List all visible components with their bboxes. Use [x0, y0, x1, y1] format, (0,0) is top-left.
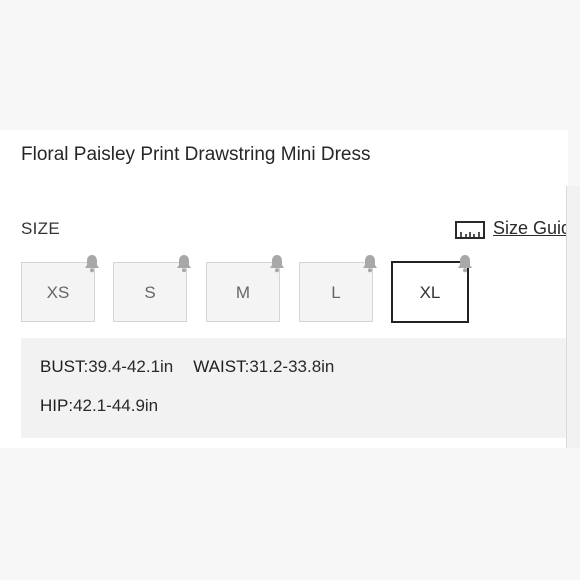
size-option-label: M	[235, 283, 251, 302]
hip-label: HIP	[40, 396, 69, 415]
waist-label: WAIST	[193, 357, 245, 376]
size-option-xs[interactable]: XS	[21, 255, 99, 322]
product-title: Floral Paisley Print Drawstring Mini Dre…	[21, 144, 371, 165]
size-guide-label: Size Guide	[493, 218, 566, 238]
hip-value: :42.1-44.9in	[68, 396, 159, 415]
bell-icon[interactable]	[267, 253, 287, 273]
size-option-xl[interactable]: XL	[391, 255, 472, 323]
bell-icon[interactable]	[360, 253, 380, 273]
size-option-s[interactable]: S	[113, 255, 191, 322]
measurement-row: BUST:39.4-42.1in WAIST:31.2-33.8in	[40, 357, 334, 377]
measurement-row: HIP:42.1-44.9in	[40, 396, 158, 416]
waist-value: :31.2-33.8in	[244, 357, 335, 376]
size-label: SIZE	[21, 219, 60, 238]
bell-icon[interactable]	[455, 253, 475, 273]
size-option-l[interactable]: L	[299, 255, 377, 322]
side-panel-edge	[566, 186, 580, 448]
bust-value: :39.4-42.1in	[83, 357, 174, 376]
bust-label: BUST	[40, 357, 84, 376]
measurements-panel: BUST:39.4-42.1in WAIST:31.2-33.8in HIP:42…	[21, 338, 566, 438]
bell-icon[interactable]	[82, 253, 102, 273]
ruler-icon	[455, 221, 485, 239]
size-option-label: L	[331, 283, 341, 302]
size-option-label: XS	[46, 283, 70, 302]
size-option-m[interactable]: M	[206, 255, 284, 322]
size-option-label: XL	[419, 283, 441, 302]
bell-icon[interactable]	[174, 253, 194, 273]
size-option-label: S	[144, 283, 156, 302]
size-guide-link[interactable]: Size Guide	[455, 217, 566, 243]
